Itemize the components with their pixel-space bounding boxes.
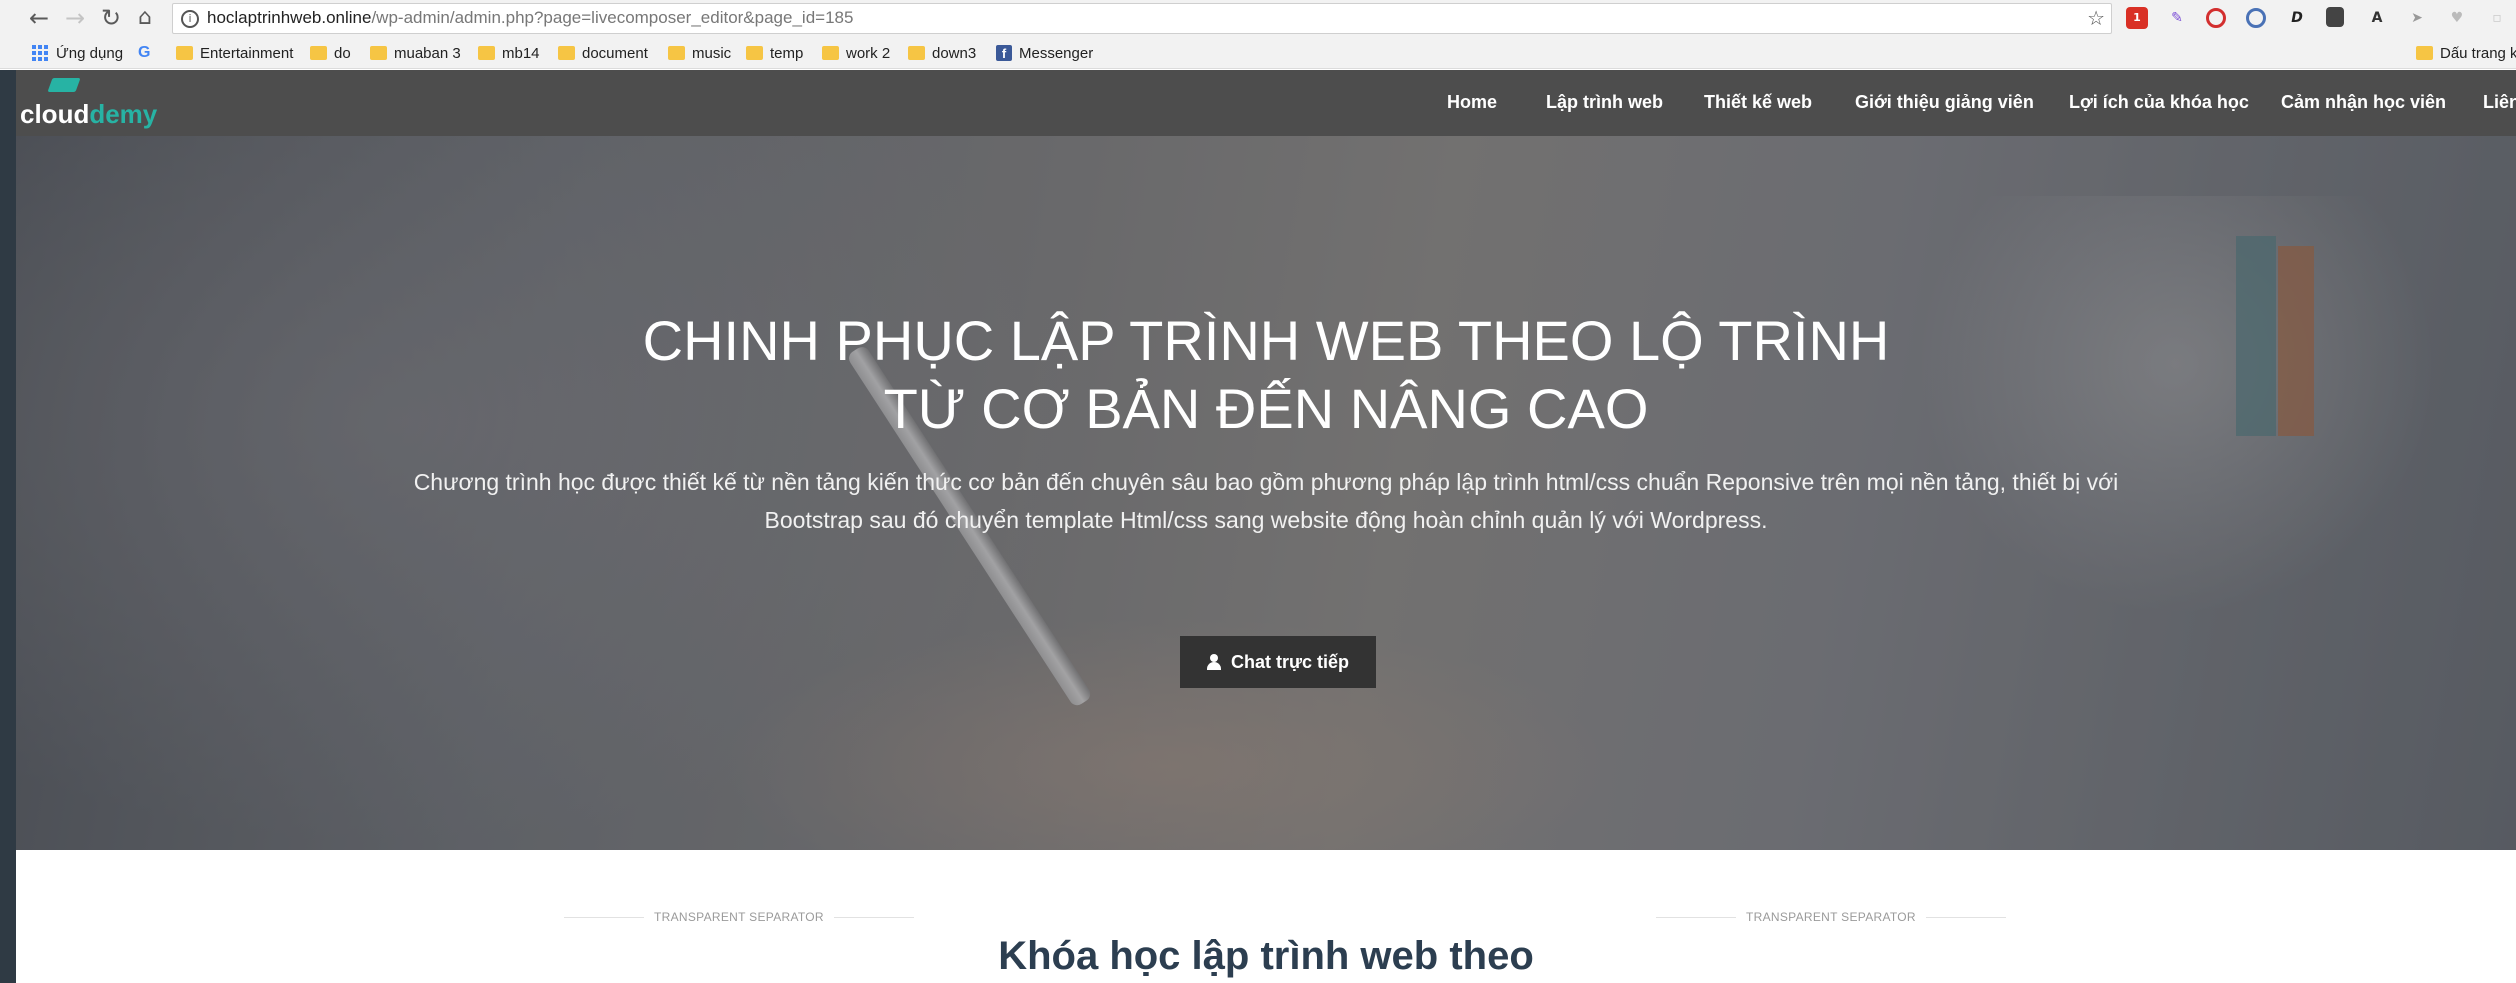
separator-line — [833, 916, 914, 918]
folder-icon — [370, 46, 387, 60]
url-path: /wp-admin/admin.php?page=livecomposer_ed… — [371, 8, 854, 27]
bookmark-folder-music[interactable]: music — [668, 42, 731, 64]
folder-icon — [176, 46, 193, 60]
chat-button[interactable]: Chat trực tiếp — [1180, 636, 1376, 688]
editor-sidebar-strip — [0, 70, 16, 983]
menu-item-thiet-ke-web[interactable]: Thiết kế web — [1704, 92, 1812, 113]
extension-cursor-icon[interactable]: ➤ — [2406, 7, 2428, 29]
bookmark-folder-mb14[interactable]: mb14 — [478, 42, 540, 64]
url-text[interactable]: hoclaptrinhweb.online/wp-admin/admin.php… — [207, 8, 853, 28]
url-host: hoclaptrinhweb.online — [207, 8, 372, 27]
folder-icon — [558, 46, 575, 60]
apps-grid-icon — [32, 45, 48, 61]
separator-label: TRANSPARENT SEPARATOR — [654, 910, 824, 924]
bookmark-folder-down3[interactable]: down3 — [908, 42, 976, 64]
separator-line — [1656, 916, 1736, 918]
separator-left: TRANSPARENT SEPARATOR — [564, 910, 914, 924]
separator-line — [564, 916, 644, 918]
menu-item-home[interactable]: Home — [1447, 92, 1497, 113]
extension-a-icon[interactable]: A — [2366, 7, 2388, 29]
bookmark-label: music — [692, 44, 732, 62]
bookmark-label: document — [582, 44, 648, 62]
extension-badge: 1 — [2133, 11, 2141, 24]
logo-text-cloud: cloud — [20, 99, 90, 129]
extension-d-icon[interactable]: D — [2286, 7, 2308, 29]
home-icon[interactable]: ⌂ — [130, 3, 160, 33]
bookmark-folder-entertainment[interactable]: Entertainment — [176, 42, 293, 64]
back-icon[interactable]: ← — [24, 3, 54, 33]
bookmark-folder-muaban3[interactable]: muaban 3 — [370, 42, 461, 64]
reload-icon[interactable]: ↻ — [96, 3, 126, 33]
separator-line — [1925, 916, 2006, 918]
bookmark-label: Entertainment — [200, 44, 294, 62]
bookmark-label: Dấu trang k — [2440, 44, 2516, 62]
hero-section: CHINH PHỤC LẬP TRÌNH WEB THEO LỘ TRÌNH T… — [16, 136, 2516, 850]
bookmarks-bar: Ứng dụng G Entertainment do muaban 3 mb1… — [0, 37, 2516, 69]
extension-pen-icon[interactable]: ✎ — [2166, 7, 2188, 29]
folder-icon — [310, 46, 327, 60]
folder-icon — [2416, 46, 2433, 60]
menu-item-gioi-thieu-giang-vien[interactable]: Giới thiệu giảng viên — [1855, 92, 2034, 113]
bookmark-label: mb14 — [502, 44, 540, 62]
bookmark-google[interactable]: G — [138, 42, 158, 64]
logo-text-demy: demy — [89, 99, 158, 129]
bookmark-folder-work2[interactable]: work 2 — [822, 42, 890, 64]
folder-icon — [478, 46, 495, 60]
chat-button-label: Chat trực tiếp — [1230, 651, 1350, 672]
menu-item-lien-he[interactable]: Liên — [2483, 92, 2516, 113]
extension-shield-icon[interactable] — [2326, 7, 2344, 27]
folder-icon — [908, 46, 925, 60]
site-logo[interactable]: cloud demy — [20, 76, 157, 130]
facebook-icon: f — [996, 45, 1012, 61]
separator-right: TRANSPARENT SEPARATOR — [1656, 910, 2006, 924]
extension-opera-icon[interactable] — [2206, 8, 2226, 28]
bookmark-folder-do[interactable]: do — [310, 42, 351, 64]
bookmark-label: Ứng dụng — [56, 44, 124, 62]
bookmark-label: Messenger — [1019, 44, 1094, 62]
folder-icon — [746, 46, 763, 60]
extension-circle-icon[interactable] — [2246, 8, 2266, 28]
bookmark-label: temp — [770, 44, 804, 62]
bookmark-messenger[interactable]: f Messenger — [996, 42, 1093, 64]
menu-item-loi-ich[interactable]: Lợi ích của khóa học — [2069, 92, 2249, 113]
bookmark-label: do — [334, 44, 351, 62]
hero-title-line2: TỪ CƠ BẢN ĐẾN NÂNG CAO — [883, 377, 1649, 440]
hero-subtitle-line1: Chương trình học được thiết kế từ nền tả… — [413, 469, 2119, 495]
hero-subtitle-line2: Bootstrap sau đó chuyển template Html/cs… — [764, 507, 1768, 533]
info-icon[interactable]: i — [181, 10, 199, 28]
user-icon — [1206, 654, 1221, 670]
bookmark-folder-temp[interactable]: temp — [746, 42, 803, 64]
google-icon: G — [138, 44, 151, 61]
menu-item-lap-trinh-web[interactable]: Lập trình web — [1546, 92, 1663, 113]
bookmark-folder-document[interactable]: document — [558, 42, 648, 64]
folder-icon — [822, 46, 839, 60]
bookmark-apps[interactable]: Ứng dụng — [32, 42, 123, 64]
separator-label: TRANSPARENT SEPARATOR — [1746, 910, 1916, 924]
extension-blank-icon[interactable]: ▫ — [2486, 7, 2508, 29]
bookmark-folder-other[interactable]: Dấu trang k — [2416, 42, 2516, 64]
bookmark-label: muaban 3 — [394, 44, 461, 62]
browser-toolbar: ← → ↻ ⌂ i hoclaptrinhweb.online/wp-admin… — [0, 0, 2516, 37]
section-title: Khóa học lập trình web theo — [998, 934, 1534, 978]
extension-heart-icon[interactable]: ♥ — [2446, 7, 2468, 29]
graduation-cap-icon — [47, 78, 81, 92]
bookmark-label: down3 — [932, 44, 977, 62]
folder-icon — [668, 46, 685, 60]
hero-title-line1: CHINH PHỤC LẬP TRÌNH WEB THEO LỘ TRÌNH — [642, 309, 1890, 372]
extension-mail-icon[interactable]: 1 — [2126, 7, 2148, 29]
menu-item-cam-nhan-hoc-vien[interactable]: Cảm nhận học viên — [2281, 92, 2446, 113]
site-header: cloud demy Home Lập trình web Thiết kế we… — [16, 70, 2516, 136]
address-bar[interactable]: i hoclaptrinhweb.online/wp-admin/admin.p… — [172, 3, 2112, 34]
bookmark-star-icon[interactable]: ☆ — [2087, 6, 2105, 30]
bookmark-label: work 2 — [846, 44, 891, 62]
forward-icon[interactable]: → — [60, 3, 90, 33]
course-section: TRANSPARENT SEPARATOR TRANSPARENT SEPARA… — [16, 850, 2516, 983]
